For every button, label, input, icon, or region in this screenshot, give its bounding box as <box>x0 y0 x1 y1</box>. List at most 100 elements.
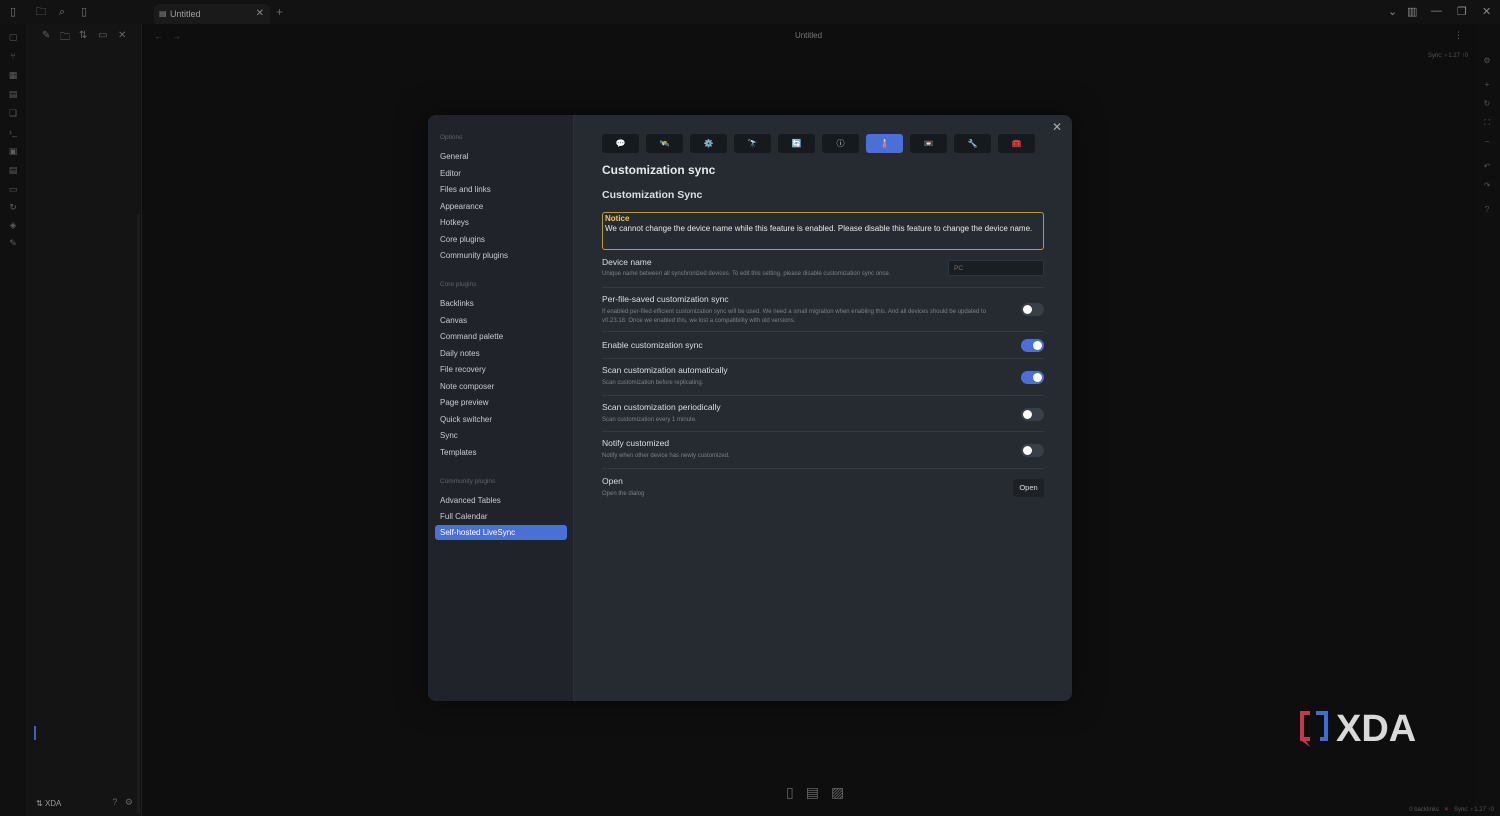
terminal-icon[interactable]: ›_ <box>7 126 19 138</box>
sidebar-item-templates[interactable]: Templates <box>435 445 567 460</box>
template-icon[interactable]: ▭ <box>7 183 19 195</box>
reset-icon[interactable]: ↻ <box>1481 99 1493 111</box>
sidebar-item-advanced-tables[interactable]: Advanced Tables <box>435 493 567 508</box>
scan-automatically-toggle[interactable] <box>1021 371 1044 384</box>
new-folder-icon[interactable]: 🗀 <box>60 30 70 47</box>
sync-icon[interactable]: ↻ <box>7 201 19 213</box>
sidebar-item-editor[interactable]: Editor <box>435 166 567 181</box>
setting-name: Enable customization sync <box>602 340 703 350</box>
collapse-all-icon[interactable]: ✕ <box>118 30 126 41</box>
device-name-input[interactable] <box>948 260 1044 276</box>
tab-advanced-icon[interactable]: 🧰 <box>998 134 1035 153</box>
files-icon[interactable]: ▢ <box>7 31 19 43</box>
sidebar-item-full-calendar[interactable]: Full Calendar <box>435 509 567 524</box>
tab-sync-settings-icon[interactable]: 🔭 <box>734 134 771 153</box>
setting-scan-periodically: Scan customization periodically Scan cus… <box>602 395 1044 431</box>
sidebar-item-backlinks[interactable]: Backlinks <box>435 296 567 311</box>
media-card-icon[interactable]: ▨ <box>831 784 856 800</box>
tab-hatch-icon[interactable]: 📼 <box>910 134 947 153</box>
graph-icon[interactable]: ⑂ <box>7 50 19 62</box>
sidebar-item-command-palette[interactable]: Command palette <box>435 329 567 344</box>
close-window-icon[interactable]: ✕ <box>1482 5 1491 18</box>
card-icon[interactable]: ▯ <box>786 784 806 800</box>
search-icon[interactable]: ⌕ <box>55 5 69 19</box>
title-bar: ▯ 🗀 ⌕ ▯ ▤ Untitled ✕ + ⌄ ▥ — ❐ ✕ <box>0 0 1500 24</box>
sidebar-item-self-hosted-livesync[interactable]: Self-hosted LiveSync <box>435 525 567 540</box>
sidebar-item-daily-notes[interactable]: Daily notes <box>435 346 567 361</box>
sidebar-item-quick-switcher[interactable]: Quick switcher <box>435 412 567 427</box>
sidebar-item-canvas[interactable]: Canvas <box>435 313 567 328</box>
new-note-icon[interactable]: ✎ <box>42 30 50 41</box>
setting-desc: Open the dialog <box>602 491 645 497</box>
tab-info-icon[interactable]: ⓘ <box>822 134 859 153</box>
setting-desc: If enabled per-filed efficient customiza… <box>602 309 987 324</box>
sidebar-item-hotkeys[interactable]: Hotkeys <box>435 215 567 230</box>
copy-icon[interactable]: ❏ <box>7 107 19 119</box>
more-options-icon[interactable]: ⋮ <box>1454 30 1463 41</box>
tab-maintenance-icon[interactable]: 🔧 <box>954 134 991 153</box>
undo-icon[interactable]: ↶ <box>1481 162 1493 174</box>
tab-change-log-icon[interactable]: 💬 <box>602 134 639 153</box>
sync-status[interactable]: Sync: ⸗ 1.27 ↑0 <box>1454 807 1494 813</box>
scan-periodically-toggle[interactable] <box>1021 408 1044 421</box>
new-tab-icon[interactable]: + <box>276 5 283 19</box>
plugin-icon[interactable]: ◈ <box>7 219 19 231</box>
zoom-in-icon[interactable]: + <box>1481 80 1493 92</box>
close-tab-icon[interactable]: ✕ <box>256 8 264 19</box>
collapse-icon[interactable]: ▭ <box>98 30 107 41</box>
calendar-icon[interactable]: ▤ <box>7 88 19 100</box>
folder-icon[interactable]: 🗀 <box>34 5 48 19</box>
sort-icon[interactable]: ⇅ <box>79 30 87 41</box>
help-circle-icon[interactable]: ? <box>1481 205 1493 217</box>
tab-sync-icon[interactable]: 🔄 <box>778 134 815 153</box>
open-dialog-button[interactable]: Open <box>1013 479 1044 497</box>
zoom-out-icon[interactable]: − <box>1481 137 1493 149</box>
sidebar-item-files-and-links[interactable]: Files and links <box>435 182 567 197</box>
setting-name: Per-file-saved customization sync <box>602 294 729 304</box>
sidebar-toggle-icon[interactable]: ▯ <box>6 5 20 19</box>
help-icon[interactable]: ? <box>112 797 117 807</box>
notify-customized-toggle[interactable] <box>1021 444 1044 457</box>
minimize-icon[interactable]: — <box>1431 5 1442 17</box>
community-plugins-heading: Community plugins <box>440 478 496 485</box>
sidebar-item-note-composer[interactable]: Note composer <box>435 379 567 394</box>
logo-text: XDA <box>1336 708 1416 749</box>
sidebar-item-general[interactable]: General <box>435 149 567 164</box>
sidebar-item-appearance[interactable]: Appearance <box>435 199 567 214</box>
sidebar-item-page-preview[interactable]: Page preview <box>435 395 567 410</box>
status-bar: 0 backlinks ✕ Sync: ⸗ 1.27 ↑0 <box>1409 806 1494 813</box>
bookmark-icon[interactable]: ▯ <box>77 5 91 19</box>
layout-icon[interactable]: ▥ <box>1407 5 1417 18</box>
tab-remote-icon[interactable]: 🛰️ <box>646 134 683 153</box>
tool-icon[interactable]: ✎ <box>7 237 19 249</box>
settings-icon[interactable]: ⚙ <box>1481 56 1493 68</box>
tab-general-icon[interactable]: ⚙️ <box>690 134 727 153</box>
setting-scan-automatically: Scan customization automatically Scan cu… <box>602 358 1044 395</box>
vault-name[interactable]: ⇅ XDA <box>36 799 61 808</box>
enable-customization-sync-toggle[interactable] <box>1021 339 1044 352</box>
gear-icon[interactable]: ⚙ <box>125 797 133 807</box>
backlinks-status[interactable]: 0 backlinks <box>1409 807 1439 813</box>
tab-label: Untitled <box>170 9 201 19</box>
fit-icon[interactable]: ⛶ <box>1481 118 1493 130</box>
canvas-icon[interactable]: ▦ <box>7 69 19 81</box>
sidebar-item-sync[interactable]: Sync <box>435 428 567 443</box>
close-modal-icon[interactable]: ✕ <box>1052 120 1062 134</box>
table-icon[interactable]: ▤ <box>7 164 19 176</box>
sidebar-item-community-plugins[interactable]: Community plugins <box>435 248 567 263</box>
sidebar-item-file-recovery[interactable]: File recovery <box>435 362 567 377</box>
restore-icon[interactable]: ❐ <box>1457 5 1467 18</box>
daily-note-icon[interactable]: ▣ <box>7 145 19 157</box>
sync-error-icon[interactable]: ✕ <box>1444 807 1449 813</box>
settings-sidebar: Options General Editor Files and links A… <box>428 115 574 701</box>
note-card-icon[interactable]: ▤ <box>806 784 831 800</box>
setting-notify-customized: Notify customized Notify when other devi… <box>602 431 1044 468</box>
chevron-down-icon[interactable]: ⌄ <box>1388 5 1397 18</box>
tab-customization-icon[interactable]: 🌡️ <box>866 134 903 153</box>
notice-title: Notice <box>605 214 630 223</box>
redo-icon[interactable]: ↷ <box>1481 181 1493 193</box>
per-file-sync-toggle[interactable] <box>1021 303 1044 316</box>
scrollbar[interactable] <box>137 214 140 814</box>
tab-untitled[interactable]: ▤ Untitled ✕ <box>154 4 270 24</box>
sidebar-item-core-plugins[interactable]: Core plugins <box>435 232 567 247</box>
